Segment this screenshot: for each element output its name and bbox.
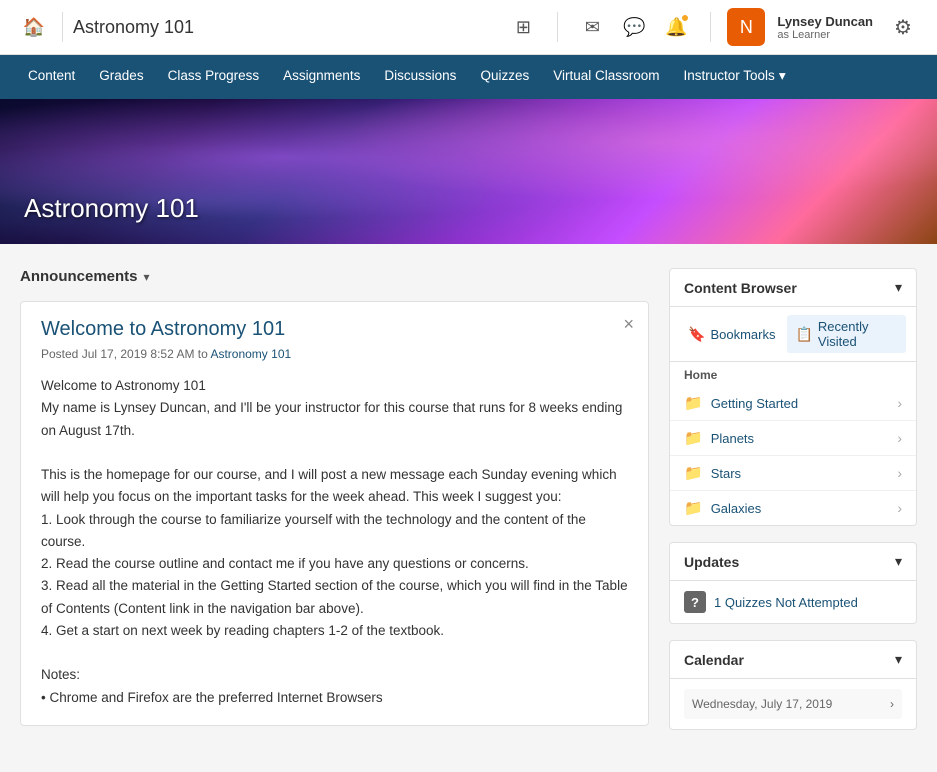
settings-button[interactable]: ⚙ bbox=[885, 9, 921, 45]
content-browser-header[interactable]: Content Browser ▾ bbox=[670, 269, 916, 307]
notification-wrapper: 🔔 bbox=[658, 9, 694, 45]
announcement-title: Welcome to Astronomy 101 bbox=[41, 318, 628, 341]
folder-icon-galaxies: 📁 bbox=[684, 499, 703, 517]
main-content: Announcements ▾ × Welcome to Astronomy 1… bbox=[0, 244, 937, 754]
home-icon: 🏠 bbox=[23, 17, 45, 38]
nav-item-class-progress[interactable]: Class Progress bbox=[156, 55, 272, 99]
folder-icon-stars: 📁 bbox=[684, 464, 703, 482]
tab-recently-visited[interactable]: 📋 Recently Visited bbox=[787, 315, 906, 353]
content-item-name-planets: Planets bbox=[711, 431, 754, 446]
calendar-chevron-icon: ▾ bbox=[895, 651, 902, 668]
announcements-chevron-icon: ▾ bbox=[144, 270, 150, 284]
bookmark-icon: 🔖 bbox=[688, 326, 705, 343]
chevron-right-icon-getting-started: › bbox=[897, 395, 902, 411]
content-item-name-getting-started: Getting Started bbox=[711, 396, 798, 411]
apps-button[interactable]: ⊞ bbox=[505, 9, 541, 45]
updates-title: Updates bbox=[684, 554, 739, 570]
calendar-header[interactable]: Calendar ▾ bbox=[670, 641, 916, 679]
calendar-preview: Wednesday, July 17, 2019 › bbox=[684, 689, 902, 719]
tab-bookmarks[interactable]: 🔖 Bookmarks bbox=[680, 315, 783, 353]
divider2 bbox=[557, 12, 558, 42]
apps-icon: ⊞ bbox=[516, 17, 531, 38]
announcements-header-title: Announcements bbox=[20, 268, 138, 285]
divider3 bbox=[710, 12, 711, 42]
right-sidebar: Content Browser ▾ 🔖 Bookmarks 📋 Recently… bbox=[669, 268, 917, 730]
bookmarks-tab-label: Bookmarks bbox=[710, 327, 775, 342]
recently-visited-tab-label: Recently Visited bbox=[818, 319, 898, 349]
folder-icon-getting-started: 📁 bbox=[684, 394, 703, 412]
user-info: Lynsey Duncan as Learner bbox=[777, 14, 873, 41]
chat-icon: 💬 bbox=[623, 17, 645, 38]
chevron-right-icon-galaxies: › bbox=[897, 500, 902, 516]
header-divider bbox=[62, 12, 63, 42]
top-header: 🏠 Astronomy 101 ⊞ ✉ 💬 🔔 N Lynsey Duncan … bbox=[0, 0, 937, 55]
content-item-name-galaxies: Galaxies bbox=[711, 501, 762, 516]
content-item-stars[interactable]: 📁 Stars › bbox=[670, 456, 916, 491]
update-item-quizzes: ? 1 Quizzes Not Attempted bbox=[684, 591, 902, 613]
content-browser-tabs: 🔖 Bookmarks 📋 Recently Visited bbox=[670, 307, 916, 362]
course-title-header: Astronomy 101 bbox=[73, 17, 505, 38]
updates-header[interactable]: Updates ▾ bbox=[670, 543, 916, 581]
nav-bar: Content Grades Class Progress Assignment… bbox=[0, 55, 937, 99]
nav-item-discussions[interactable]: Discussions bbox=[372, 55, 468, 99]
user-name: Lynsey Duncan bbox=[777, 14, 873, 29]
nav-item-instructor-tools[interactable]: Instructor Tools ▾ bbox=[672, 55, 798, 99]
header-right: ⊞ ✉ 💬 🔔 N Lynsey Duncan as Learner ⚙ bbox=[505, 8, 921, 46]
mail-icon: ✉ bbox=[585, 17, 600, 38]
calendar-card: Calendar ▾ Wednesday, July 17, 2019 › bbox=[669, 640, 917, 730]
chevron-right-icon-planets: › bbox=[897, 430, 902, 446]
home-button[interactable]: 🏠 bbox=[16, 9, 52, 45]
announcement-card: × Welcome to Astronomy 101 Posted Jul 17… bbox=[20, 301, 649, 726]
content-item-getting-started[interactable]: 📁 Getting Started › bbox=[670, 386, 916, 421]
mail-button[interactable]: ✉ bbox=[574, 9, 610, 45]
hero-title: Astronomy 101 bbox=[24, 193, 199, 224]
avatar-letter: N bbox=[740, 17, 753, 38]
nav-item-quizzes[interactable]: Quizzes bbox=[468, 55, 541, 99]
calendar-body: Wednesday, July 17, 2019 › bbox=[670, 679, 916, 729]
gear-icon: ⚙ bbox=[894, 15, 912, 40]
announcement-body: Welcome to Astronomy 101 My name is Lyns… bbox=[41, 375, 628, 709]
content-item-planets[interactable]: 📁 Planets › bbox=[670, 421, 916, 456]
content-home-label: Home bbox=[670, 362, 916, 386]
nav-item-content[interactable]: Content bbox=[16, 55, 87, 99]
announcements-section-header[interactable]: Announcements ▾ bbox=[20, 268, 649, 285]
recently-visited-icon: 📋 bbox=[795, 326, 812, 343]
calendar-title: Calendar bbox=[684, 652, 744, 668]
updates-chevron-icon: ▾ bbox=[895, 553, 902, 570]
calendar-arrow-icon: › bbox=[890, 697, 894, 711]
quiz-icon: ? bbox=[684, 591, 706, 613]
announcement-meta: Posted Jul 17, 2019 8:52 AM to Astronomy… bbox=[41, 347, 628, 361]
content-item-galaxies[interactable]: 📁 Galaxies › bbox=[670, 491, 916, 525]
announcement-meta-link[interactable]: Astronomy 101 bbox=[210, 347, 291, 361]
hero-banner: Astronomy 101 bbox=[0, 99, 937, 244]
chevron-right-icon-stars: › bbox=[897, 465, 902, 481]
folder-icon-planets: 📁 bbox=[684, 429, 703, 447]
content-item-name-stars: Stars bbox=[711, 466, 741, 481]
nav-item-grades[interactable]: Grades bbox=[87, 55, 155, 99]
calendar-date-text: Wednesday, July 17, 2019 bbox=[692, 697, 832, 711]
content-browser-chevron-icon: ▾ bbox=[895, 279, 902, 296]
updates-card: Updates ▾ ? 1 Quizzes Not Attempted bbox=[669, 542, 917, 624]
announcement-close-button[interactable]: × bbox=[623, 314, 634, 335]
updates-body: ? 1 Quizzes Not Attempted bbox=[670, 581, 916, 623]
avatar[interactable]: N bbox=[727, 8, 765, 46]
nav-item-virtual-classroom[interactable]: Virtual Classroom bbox=[541, 55, 671, 99]
quiz-update-link[interactable]: 1 Quizzes Not Attempted bbox=[714, 595, 858, 610]
content-browser-card: Content Browser ▾ 🔖 Bookmarks 📋 Recently… bbox=[669, 268, 917, 526]
nav-item-assignments[interactable]: Assignments bbox=[271, 55, 372, 99]
left-column: Announcements ▾ × Welcome to Astronomy 1… bbox=[20, 268, 649, 730]
user-role: as Learner bbox=[777, 29, 873, 41]
chat-button[interactable]: 💬 bbox=[616, 9, 652, 45]
dropdown-arrow-icon: ▾ bbox=[779, 68, 786, 84]
content-browser-title: Content Browser bbox=[684, 280, 797, 296]
